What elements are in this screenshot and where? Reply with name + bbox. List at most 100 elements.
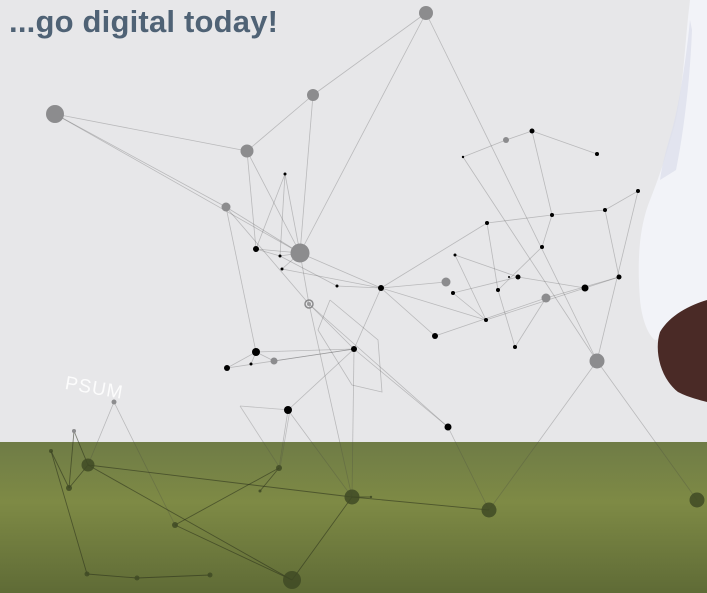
hero-banner: ...go digital today! PSUM [0, 0, 707, 593]
network-link [174, 524, 293, 581]
network-node [276, 465, 282, 471]
network-node [249, 362, 253, 366]
network-link [87, 464, 353, 498]
network-node [589, 353, 605, 369]
network-node [616, 274, 622, 280]
network-link [279, 255, 338, 287]
network-link [486, 222, 499, 291]
network-link [351, 348, 355, 498]
network-node [270, 357, 278, 365]
network-link [497, 246, 543, 291]
network-link [54, 113, 227, 208]
network-link [54, 113, 248, 152]
network-link [278, 409, 289, 469]
network-node [432, 333, 438, 339]
network-node [453, 253, 457, 257]
network-node [283, 172, 287, 176]
network-node [515, 274, 521, 280]
network-node [284, 406, 292, 414]
network-node [550, 213, 554, 217]
network-link [462, 139, 507, 158]
network-node [378, 285, 384, 291]
network-node [207, 572, 213, 578]
network-link [225, 206, 257, 353]
network-link [380, 222, 488, 289]
network-link [291, 496, 353, 581]
network-link [497, 289, 516, 348]
network-node [81, 458, 95, 472]
network-node [529, 128, 535, 134]
network-node [689, 492, 705, 508]
network-link [353, 348, 449, 428]
network-link [299, 94, 314, 254]
network-link [551, 209, 606, 216]
network-node [541, 293, 551, 303]
network-node [66, 485, 72, 491]
network-node [351, 346, 357, 352]
network-link [452, 276, 519, 294]
network-link [299, 252, 382, 289]
network-link [284, 173, 301, 254]
network-node [461, 155, 465, 159]
network-node [283, 571, 301, 589]
network-link [317, 299, 383, 393]
network-node [224, 365, 230, 371]
network-link [380, 287, 436, 337]
network-node [419, 6, 433, 20]
network-link [380, 287, 487, 321]
network-link [308, 303, 449, 428]
network-link [531, 130, 553, 216]
headline: ...go digital today! [9, 4, 279, 39]
network-link [299, 12, 427, 254]
network-link [353, 287, 382, 350]
network-link [604, 209, 620, 278]
network-link [380, 281, 447, 289]
network-link [246, 94, 314, 152]
network-link [452, 292, 487, 321]
network-link [113, 401, 176, 526]
network-link [447, 426, 490, 511]
network-link [239, 405, 291, 470]
network-node [280, 267, 284, 271]
network-node [513, 345, 517, 349]
network-link [54, 113, 301, 254]
network-node [503, 137, 509, 143]
network-node [595, 152, 599, 156]
network-link [486, 214, 553, 224]
network-node [290, 243, 310, 263]
network-node [252, 348, 260, 356]
network-link [531, 130, 598, 155]
network-node [603, 208, 607, 212]
network-node [540, 245, 544, 249]
network-link [174, 467, 280, 526]
network-link [68, 430, 75, 489]
network-node [636, 189, 640, 193]
network-node [344, 489, 360, 505]
network-link [87, 401, 115, 466]
network-node [441, 277, 451, 287]
network-link [604, 190, 639, 211]
network-node [335, 284, 339, 288]
network-node [481, 502, 497, 518]
network-link [255, 173, 286, 250]
network-link [351, 496, 490, 511]
network-link [312, 12, 427, 96]
network-node [46, 105, 64, 123]
network-node [240, 144, 254, 158]
network-graph [46, 6, 705, 589]
network-link [462, 156, 598, 362]
network-node [581, 284, 589, 292]
network-link [488, 360, 598, 511]
network-node [84, 571, 90, 577]
network-link [87, 464, 293, 581]
network-node [253, 246, 259, 252]
network-link [308, 303, 355, 350]
network-node [221, 202, 231, 212]
network-node [278, 254, 282, 258]
network-link [454, 254, 487, 321]
network-node [496, 288, 500, 292]
network-node [484, 318, 488, 322]
network-node [508, 276, 510, 278]
network-link [281, 268, 382, 289]
network-link [541, 214, 553, 248]
